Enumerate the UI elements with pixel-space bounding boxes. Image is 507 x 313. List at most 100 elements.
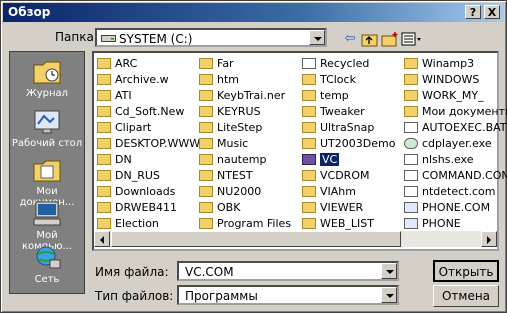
list-item-folder[interactable]: Мои документы xyxy=(404,104,507,120)
list-item-folder[interactable]: Archive.w xyxy=(97,72,200,88)
list-item-folder[interactable]: TClock xyxy=(302,72,395,88)
arrow-left-icon xyxy=(100,236,104,244)
list-item-folder[interactable]: DN xyxy=(97,152,200,168)
list-item-folder[interactable]: ARC xyxy=(97,56,200,72)
com-file-icon xyxy=(404,169,418,181)
list-item-file[interactable]: PHONE.COM xyxy=(404,200,507,216)
help-button[interactable]: ? xyxy=(465,5,481,19)
folder-icon xyxy=(302,201,316,213)
look-in-combo[interactable]: SYSTEM (C:) xyxy=(95,28,327,47)
look-in-dropdown-button[interactable] xyxy=(309,30,325,45)
list-item-file[interactable]: AUTOEXEC.BAT xyxy=(404,120,507,136)
program-icon xyxy=(404,217,418,229)
list-item-folder[interactable]: Music xyxy=(199,136,291,152)
list-item-folder[interactable]: DRWEB411 xyxy=(97,200,200,216)
place-network[interactable]: Сеть xyxy=(10,244,84,285)
horizontal-scrollbar[interactable] xyxy=(94,231,497,247)
folder-icon xyxy=(199,137,213,149)
filename-combo[interactable]: VC.COM xyxy=(177,261,399,281)
list-item-folder[interactable]: ATI xyxy=(97,88,200,104)
filetype-label: Тип файлов: xyxy=(95,289,174,303)
list-item-folder[interactable]: DESKTOP.WWW xyxy=(97,136,200,152)
list-item-folder[interactable]: VIEWER xyxy=(302,200,395,216)
list-item-file[interactable]: COMMAND.COM xyxy=(404,168,507,184)
list-item-folder[interactable]: KEYRUS xyxy=(199,104,291,120)
folder-icon xyxy=(199,121,213,133)
list-item-folder[interactable]: Far xyxy=(199,56,291,72)
list-item-folder[interactable]: OBK xyxy=(199,200,291,216)
filetype-dropdown-button[interactable] xyxy=(381,287,397,303)
folder-icon xyxy=(302,121,316,133)
list-item-folder[interactable]: Election xyxy=(97,216,200,232)
list-item-folder[interactable]: NTEST xyxy=(199,168,291,184)
folder-icon xyxy=(97,137,111,149)
folder-icon xyxy=(302,89,316,101)
list-item-folder[interactable]: WEB_LIST xyxy=(302,216,395,232)
file-list[interactable]: ARC Archive.w ATI Cd_Soft.New Clipart DE… xyxy=(92,51,507,251)
com-file-icon xyxy=(404,201,418,213)
up-folder-icon[interactable] xyxy=(361,31,379,47)
folder-icon xyxy=(302,169,316,181)
view-menu-icon[interactable] xyxy=(401,31,423,47)
place-desktop[interactable]: Рабочий стол xyxy=(10,108,84,149)
list-item-folder[interactable]: temp xyxy=(302,88,395,104)
list-item-folder[interactable]: Program Files xyxy=(199,216,291,232)
list-item-folder[interactable]: DN_RUS xyxy=(97,168,200,184)
folder-icon xyxy=(302,105,316,117)
list-item-folder[interactable]: NU2000 xyxy=(199,184,291,200)
list-item-folder[interactable]: UltraSnap xyxy=(302,120,395,136)
folder-icon xyxy=(97,73,111,85)
folder-icon xyxy=(199,185,213,197)
folder-icon xyxy=(199,169,213,181)
cancel-button[interactable]: Отмена xyxy=(433,285,499,307)
scroll-thumb[interactable] xyxy=(111,231,401,247)
list-item-folder[interactable]: WINDOWS xyxy=(404,72,507,88)
places-bar: Журнал Рабочий стол Мои докумен... Мой xyxy=(9,51,85,294)
list-item-file[interactable]: ntdetect.com xyxy=(404,184,507,200)
list-item-folder[interactable]: VCDROM xyxy=(302,168,395,184)
list-item-folder[interactable]: Tweaker xyxy=(302,104,395,120)
folder-icon xyxy=(199,73,213,85)
list-item-folder[interactable]: UT2003Demo xyxy=(302,136,395,152)
list-item-file[interactable]: cdplayer.exe xyxy=(404,136,507,152)
folder-icon xyxy=(97,201,111,213)
list-item-file[interactable]: PHONE xyxy=(404,216,507,232)
back-icon[interactable]: ⇦ xyxy=(341,31,359,47)
list-item-folder-selected[interactable]: VC xyxy=(302,152,395,168)
filetype-combo[interactable]: Программы xyxy=(177,285,399,305)
folder-icon xyxy=(302,217,316,229)
history-folder-icon xyxy=(33,61,61,84)
folder-icon xyxy=(97,121,111,133)
list-item-folder[interactable]: LiteStep xyxy=(199,120,291,136)
list-item-folder[interactable]: nautemp xyxy=(199,152,291,168)
folder-icon xyxy=(97,153,111,165)
look-in-label: Папка: xyxy=(55,30,98,44)
look-in-value: SYSTEM (C:) xyxy=(119,32,193,46)
scroll-right-button[interactable] xyxy=(481,231,497,247)
scroll-left-button[interactable] xyxy=(94,231,110,247)
list-item-file[interactable]: nlshs.exe xyxy=(404,152,507,168)
file-column-1: ARC Archive.w ATI Cd_Soft.New Clipart DE… xyxy=(97,56,200,232)
list-item-folder[interactable]: KeybTrai.ner xyxy=(199,88,291,104)
place-history-label: Журнал xyxy=(25,88,69,99)
list-item-folder[interactable]: WORK_MY_ xyxy=(404,88,507,104)
list-item-folder[interactable]: Clipart xyxy=(97,120,200,136)
list-item-folder[interactable]: Winamp3 xyxy=(404,56,507,72)
place-history[interactable]: Журнал xyxy=(10,58,84,99)
open-button[interactable]: Открыть xyxy=(433,260,499,282)
folder-icon xyxy=(97,169,111,181)
com-file-icon xyxy=(404,185,418,197)
close-button[interactable]: X xyxy=(484,5,500,19)
filename-dropdown-button[interactable] xyxy=(381,263,397,279)
my-computer-icon xyxy=(33,201,61,226)
list-item-folder[interactable]: htm xyxy=(199,72,291,88)
exe-file-icon xyxy=(404,153,418,165)
selected-item-label: VC xyxy=(320,153,340,166)
folder-icon xyxy=(199,217,213,229)
list-item-folder[interactable]: Recycled xyxy=(302,56,395,72)
open-dialog: Обзор ? X Папка: SYSTEM (C:) ⇦ Журнал Ра… xyxy=(0,0,507,313)
new-folder-icon[interactable] xyxy=(381,31,399,47)
list-item-folder[interactable]: Downloads xyxy=(97,184,200,200)
list-item-folder[interactable]: Cd_Soft.New xyxy=(97,104,200,120)
list-item-folder[interactable]: VIAhm xyxy=(302,184,395,200)
